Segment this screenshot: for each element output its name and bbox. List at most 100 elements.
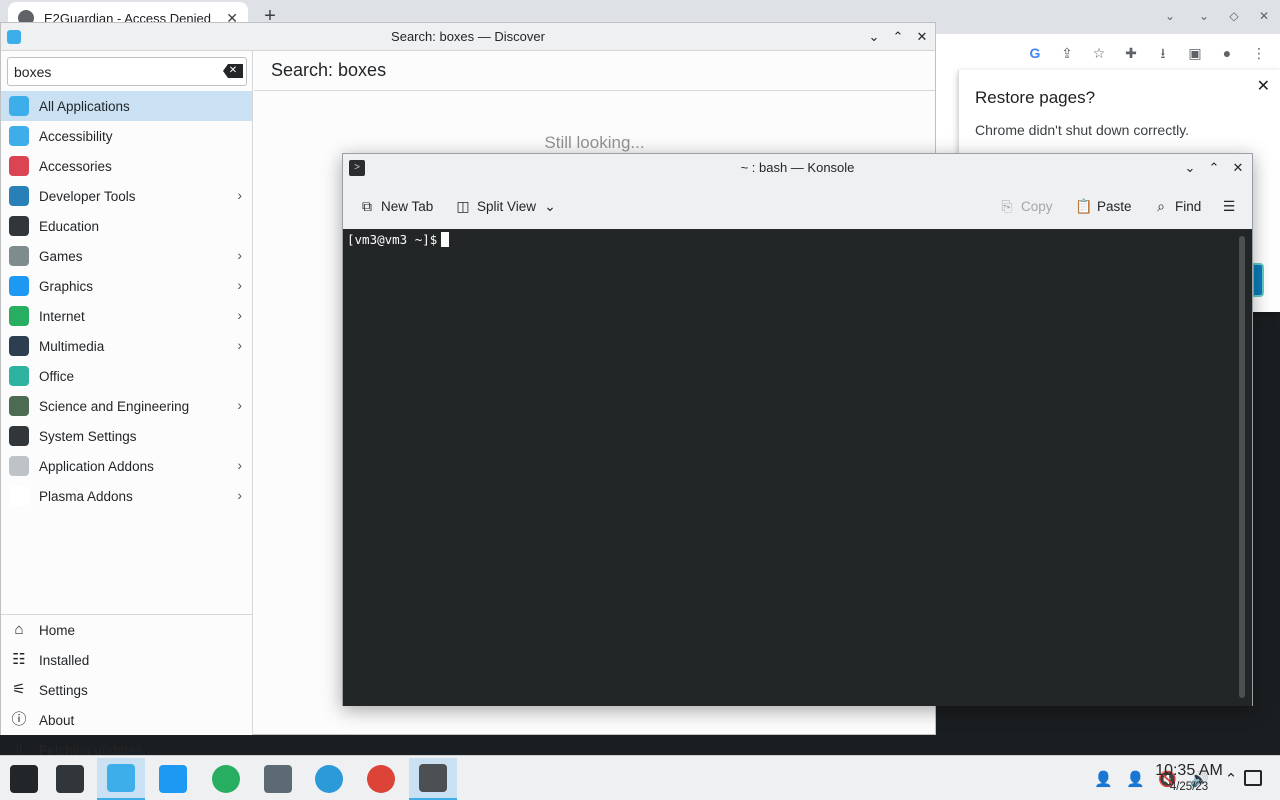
category-education[interactable]: Education (1, 211, 252, 241)
category-label: Accessories (39, 158, 112, 174)
category-plasma-addons[interactable]: Plasma Addons › (1, 481, 252, 511)
tab-search-icon[interactable]: ⌄ (1160, 6, 1180, 26)
profile-icon[interactable]: ● (1218, 44, 1236, 62)
chrome-icon (367, 765, 395, 793)
side-panel-icon[interactable]: ▣ (1186, 44, 1204, 62)
chevron-right-icon: › (237, 187, 242, 203)
clock-date: 4/25/23 (1169, 781, 1209, 793)
taskbar-konsole[interactable] (409, 758, 457, 800)
category-label: Office (39, 368, 75, 384)
category-multimedia[interactable]: Multimedia › (1, 331, 252, 361)
close-icon[interactable]: ✕ (1257, 76, 1270, 96)
nav-about[interactable]: ⓘ About (1, 705, 252, 735)
taskbar-web-browser[interactable] (202, 758, 250, 800)
scrollbar[interactable] (1239, 236, 1245, 698)
app-launcher-icon (10, 765, 38, 793)
nav-label: Home (39, 622, 76, 638)
sphere-icon (9, 276, 29, 296)
hamburger-menu-button[interactable]: ☰ (1221, 195, 1237, 217)
chevron-down-icon[interactable]: ⌄ (542, 198, 558, 214)
grid-icon (9, 96, 29, 116)
nav-label: About (39, 712, 75, 728)
restore-message: Chrome didn't shut down correctly. (975, 122, 1190, 138)
minimize-icon[interactable]: ⌄ (1181, 159, 1199, 177)
extensions-icon[interactable]: ✚ (1122, 44, 1140, 62)
share-icon[interactable]: ⇪ (1058, 44, 1076, 62)
close-icon[interactable]: ✕ (913, 28, 931, 46)
category-games[interactable]: Games › (1, 241, 252, 271)
installed-icon: ☷ (12, 651, 26, 668)
user-icon[interactable]: 👤 (1094, 770, 1113, 788)
taskbar-system-settings[interactable] (46, 758, 94, 800)
category-science-and-engineering[interactable]: Science and Engineering › (1, 391, 252, 421)
chevron-right-icon: › (237, 457, 242, 473)
category-graphics[interactable]: Graphics › (1, 271, 252, 301)
category-label: Internet (39, 308, 85, 324)
category-accessibility[interactable]: Accessibility (1, 121, 252, 151)
paste-icon: 📋 (1075, 198, 1093, 214)
kdeconnect-icon (264, 765, 292, 793)
close-window-icon[interactable]: ✕ (1254, 6, 1274, 26)
find-button[interactable]: ⌕ Find (1153, 195, 1201, 217)
show-desktop-icon[interactable] (1244, 770, 1262, 786)
search-input[interactable] (7, 57, 247, 86)
bookmark-star-icon[interactable]: ☆ (1090, 44, 1108, 62)
discover-icon (107, 764, 135, 792)
minimize-icon[interactable]: ⌄ (1194, 6, 1214, 26)
category-label: Accessibility (39, 128, 113, 144)
hamburger-icon: ☰ (1222, 198, 1236, 214)
category-internet[interactable]: Internet › (1, 301, 252, 331)
restore-title: Restore pages? (975, 88, 1096, 107)
file-manager-icon (159, 765, 187, 793)
home-icon: ⌂ (14, 621, 24, 638)
category-label: Science and Engineering (39, 398, 190, 414)
window-title: Search: boxes — Discover (391, 29, 545, 44)
category-system-settings[interactable]: System Settings (1, 421, 252, 451)
chevron-right-icon: › (237, 247, 242, 263)
nav-home[interactable]: ⌂ Home (1, 615, 252, 645)
clock[interactable]: 10:35 AM 4/25/23 (1148, 762, 1230, 794)
category-accessories[interactable]: Accessories (1, 151, 252, 181)
download-icon[interactable]: ⭳ (1154, 44, 1172, 62)
taskbar-network[interactable] (305, 758, 353, 800)
terminal-area[interactable]: [vm3@vm3 ~]$ (343, 229, 1252, 706)
taskbar-discover[interactable] (97, 758, 145, 800)
menu-kebab-icon[interactable]: ⋮ (1250, 44, 1268, 62)
taskbar-app-launcher[interactable] (0, 758, 48, 800)
category-developer-tools[interactable]: Developer Tools › (1, 181, 252, 211)
system-settings-icon (56, 765, 84, 793)
konsole-toolbar: ⧉ New Tab ◫ Split View ⌄ ⎘ Copy 📋 Paste … (343, 182, 1252, 228)
google-icon[interactable]: G (1026, 44, 1044, 62)
restore-icon[interactable]: ◇ (1224, 6, 1244, 26)
restore-button[interactable] (1252, 263, 1264, 297)
split-view-label: Split View (477, 198, 537, 214)
minimize-icon[interactable]: ⌄ (865, 28, 883, 46)
chalkboard-icon (9, 216, 29, 236)
category-all-applications[interactable]: All Applications (1, 91, 252, 121)
paste-label: Paste (1097, 198, 1132, 214)
user-switch-icon[interactable]: 👤 (1126, 770, 1145, 788)
konsole-window: > ~ : bash — Konsole ⌄ ⌃ ✕ ⧉ New Tab ◫ S… (342, 153, 1253, 706)
taskbar-file-manager[interactable] (149, 758, 197, 800)
split-view-icon: ◫ (456, 198, 470, 214)
copy-button[interactable]: ⎘ Copy (999, 195, 1052, 217)
web-browser-icon (212, 765, 240, 793)
maximize-icon[interactable]: ⌃ (889, 28, 907, 46)
konsole-titlebar[interactable]: > ~ : bash — Konsole ⌄ ⌃ ✕ (343, 154, 1252, 182)
category-label: Plasma Addons (39, 488, 133, 504)
nav-settings[interactable]: ⚟ Settings (1, 675, 252, 705)
split-view-button[interactable]: ◫ Split View ⌄ (455, 195, 558, 217)
paste-button[interactable]: 📋 Paste (1075, 195, 1132, 217)
network-icon (315, 765, 343, 793)
taskbar-chrome[interactable] (357, 758, 405, 800)
category-office[interactable]: Office (1, 361, 252, 391)
nav-installed[interactable]: ☷ Installed (1, 645, 252, 675)
sliders-icon: ⚟ (12, 681, 26, 698)
category-application-addons[interactable]: Application Addons › (1, 451, 252, 481)
close-icon[interactable]: ✕ (1229, 159, 1247, 177)
category-label: All Applications (39, 98, 130, 114)
discover-titlebar[interactable]: Search: boxes — Discover ⌄ ⌃ ✕ (1, 23, 935, 51)
new-tab-button[interactable]: ⧉ New Tab (359, 195, 433, 217)
maximize-icon[interactable]: ⌃ (1205, 159, 1223, 177)
taskbar-kdeconnect[interactable] (254, 758, 302, 800)
